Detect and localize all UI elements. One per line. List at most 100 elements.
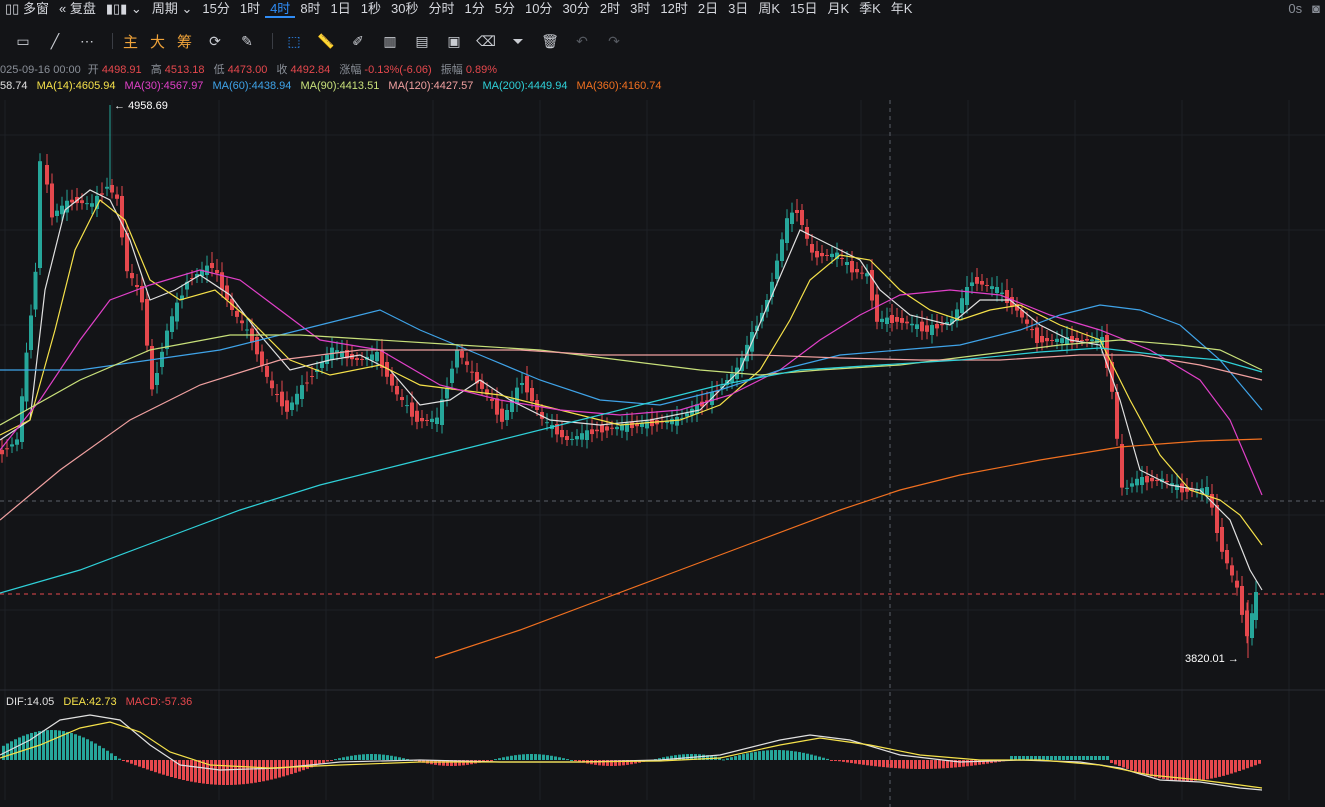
macd-histogram-bar (114, 755, 117, 760)
macd-histogram-bar (746, 753, 749, 760)
macd-histogram-bar (158, 760, 161, 774)
macd-histogram-bar (814, 755, 817, 760)
candle-body (470, 371, 474, 373)
candle-body (530, 388, 534, 402)
macd-histogram-bar (374, 754, 377, 760)
candle-body (60, 205, 64, 215)
macd-histogram-bar (818, 756, 821, 760)
macd-histogram-bar (10, 741, 13, 760)
macd-histogram-bar (50, 730, 53, 760)
macd-histogram-bar (774, 750, 777, 760)
macd-histogram-bar (554, 756, 557, 760)
macd-histogram-bar (758, 751, 761, 760)
candle-body (560, 430, 564, 438)
macd-histogram-bar (558, 757, 561, 760)
candle-body (620, 425, 624, 431)
macd-histogram-bar (926, 760, 929, 769)
macd-histogram-bar (78, 735, 81, 760)
macd-histogram-bar (874, 760, 877, 767)
candle-body (10, 444, 14, 447)
macd-histogram-bar (834, 760, 837, 761)
candle-body (325, 354, 329, 364)
candle-body (1040, 336, 1044, 343)
candle-body (38, 161, 42, 268)
macd-histogram-bar (90, 741, 93, 760)
macd-histogram-bar (762, 750, 765, 760)
candle-body (855, 269, 859, 273)
dea-line (0, 721, 1263, 789)
candle-body (580, 433, 584, 440)
macd-histogram-bar (1206, 760, 1209, 780)
macd-value: MACD:-57.36 (125, 696, 193, 708)
ma90-line (0, 334, 1263, 426)
candle-body (50, 183, 54, 218)
candle-body (255, 337, 259, 355)
candle-body (420, 418, 424, 422)
candle-body (1125, 487, 1129, 489)
candle-body (110, 185, 114, 193)
macd-histogram-bar (1138, 760, 1141, 773)
candle-body (70, 199, 74, 203)
macd-histogram-bar (722, 759, 725, 761)
macd-histogram-bar (826, 758, 829, 760)
low-marker-label: 3820.01 → (1185, 653, 1239, 665)
macd-histogram-bar (850, 760, 853, 764)
macd-histogram-bar (254, 760, 257, 783)
candle-body (920, 321, 924, 332)
macd-histogram-bar (1102, 756, 1105, 760)
macd-histogram-bar (162, 760, 165, 775)
candlestick-chart[interactable] (0, 0, 1325, 807)
macd-histogram-bar (678, 754, 681, 760)
macd-histogram-bar (234, 760, 237, 785)
macd-histogram-bar (266, 760, 269, 781)
macd-histogram-bar (726, 758, 729, 760)
candle-body (1240, 586, 1244, 615)
ma200-line (0, 347, 1263, 594)
candle-body (440, 399, 444, 425)
macd-histogram-bar (486, 760, 489, 761)
macd-histogram-bar (222, 760, 225, 785)
candle-body (1220, 527, 1224, 552)
candle-body (400, 397, 404, 401)
macd-histogram-bar (54, 730, 57, 760)
candle-body (610, 427, 614, 429)
ma360-line (434, 438, 1263, 659)
macd-histogram-bar (1078, 756, 1081, 760)
candle-body (260, 351, 264, 366)
macd-histogram-bar (1258, 760, 1261, 764)
candle-body (975, 277, 979, 284)
macd-histogram-bar (1134, 760, 1137, 772)
candle-body (130, 273, 134, 279)
macd-histogram-bar (938, 760, 941, 769)
macd-histogram-bar (1234, 760, 1237, 773)
macd-histogram-bar (942, 760, 945, 769)
candle-body (160, 351, 164, 367)
candle-body (1030, 329, 1034, 331)
macd-histogram-bar (838, 760, 841, 762)
macd-histogram-bar (546, 755, 549, 760)
macd-histogram-bar (734, 756, 737, 760)
macd-histogram-bar (394, 756, 397, 760)
candle-body (1115, 392, 1119, 439)
macd-histogram-bar (790, 750, 793, 760)
candle-body (270, 380, 274, 389)
macd-histogram-bar (498, 758, 501, 760)
macd-histogram-bar (270, 760, 273, 780)
macd-histogram-bar (562, 758, 565, 760)
macd-histogram-bar (770, 750, 773, 760)
candle-body (845, 262, 849, 265)
candle-body (285, 400, 289, 412)
candle-body (525, 376, 529, 393)
candle-body (885, 317, 889, 324)
candle-body (615, 426, 619, 430)
macd-histogram-bar (66, 731, 69, 760)
macd-histogram-bar (74, 734, 77, 760)
candle-body (1050, 340, 1054, 341)
candle-body (310, 376, 314, 377)
candle-body (1254, 592, 1258, 620)
macd-histogram-bar (1062, 756, 1065, 760)
candle-body (545, 422, 549, 424)
candle-body (1150, 478, 1154, 482)
macd-histogram-bar (522, 754, 525, 760)
macd-histogram-bar (1186, 760, 1189, 781)
